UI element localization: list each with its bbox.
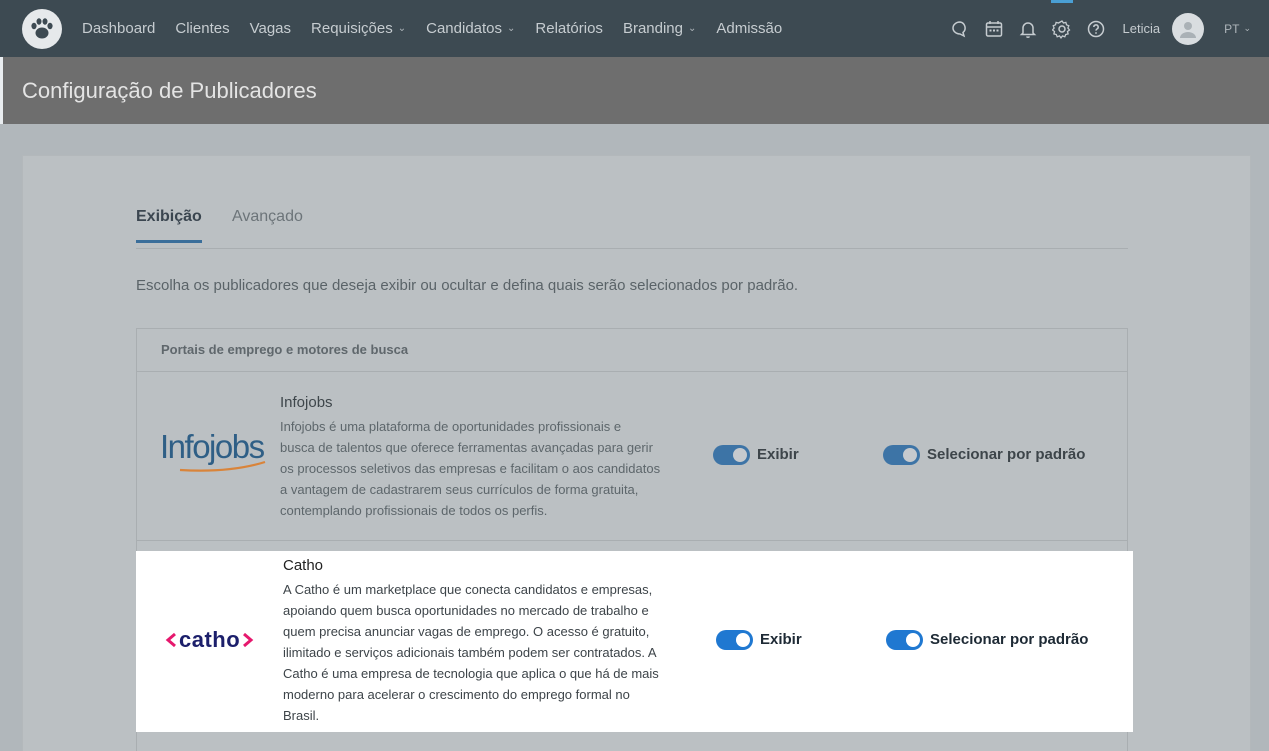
- section-description: Escolha os publicadores que deseja exibi…: [136, 277, 799, 294]
- user-name[interactable]: Leticia: [1123, 21, 1161, 36]
- paw-logo-icon[interactable]: [22, 8, 62, 49]
- default-toggle-label: Selecionar por padrão: [930, 631, 1089, 648]
- default-toggle-label: Selecionar por padrão: [927, 446, 1086, 463]
- nav-branding[interactable]: Branding ⌄: [623, 20, 696, 37]
- catho-logo: catho: [165, 627, 269, 653]
- divider: [137, 371, 1127, 372]
- chevron-down-icon: ⌄: [507, 23, 516, 34]
- bell-icon[interactable]: [1011, 0, 1045, 57]
- tab-bar: Exibição Avançado: [136, 200, 1128, 249]
- language-selector[interactable]: PT ⌄: [1224, 22, 1251, 36]
- nav-right-group: Leticia PT ⌄: [943, 0, 1269, 57]
- publisher-name: Infojobs: [280, 394, 333, 411]
- show-toggle-label: Exibir: [757, 446, 799, 463]
- tab-avancado[interactable]: Avançado: [232, 208, 303, 226]
- chevron-down-icon: ⌄: [687, 23, 697, 34]
- divider: [137, 540, 1127, 541]
- default-toggle[interactable]: [886, 630, 923, 650]
- show-toggle[interactable]: [713, 445, 750, 465]
- chevron-right-icon: [243, 632, 254, 648]
- avatar[interactable]: [1172, 12, 1205, 45]
- page-title: Configuração de Publicadores: [22, 77, 317, 103]
- nav-admissao[interactable]: Admissão: [716, 20, 782, 37]
- nav-candidatos[interactable]: Candidatos ⌄: [426, 20, 515, 37]
- show-toggle[interactable]: [716, 630, 753, 650]
- nav-requisicoes[interactable]: Requisições ⌄: [311, 20, 406, 37]
- calendar-icon[interactable]: [977, 0, 1011, 57]
- page-header: Configuração de Publicadores: [3, 57, 1269, 124]
- tab-exibicao[interactable]: Exibição: [136, 208, 202, 243]
- nav-clientes[interactable]: Clientes: [175, 20, 229, 37]
- publisher-name: Catho: [283, 557, 324, 574]
- nav-vagas[interactable]: Vagas: [250, 20, 291, 37]
- nav-dashboard[interactable]: Dashboard: [82, 20, 155, 37]
- top-navbar: Dashboard Clientes Vagas Requisições ⌄ Ca…: [0, 0, 1269, 57]
- show-toggle-label: Exibir: [760, 631, 802, 648]
- chevron-down-icon: ⌄: [397, 23, 407, 34]
- help-icon[interactable]: [1079, 0, 1113, 57]
- chevron-left-icon: [165, 632, 176, 648]
- chevron-down-icon: ⌄: [1243, 23, 1251, 33]
- gear-icon[interactable]: [1045, 0, 1079, 57]
- infojobs-logo: Infojobs: [160, 428, 270, 478]
- chat-icon[interactable]: [943, 0, 977, 57]
- publisher-description: A Catho é um marketplace que conecta can…: [283, 582, 659, 723]
- default-toggle[interactable]: [883, 445, 920, 465]
- nav-relatorios[interactable]: Relatórios: [535, 20, 603, 37]
- section-title: Portais de emprego e motores de busca: [161, 342, 409, 357]
- infojobs-swoosh-icon: [179, 460, 266, 472]
- publisher-description: Infojobs é uma plataforma de oportunidad…: [280, 419, 661, 518]
